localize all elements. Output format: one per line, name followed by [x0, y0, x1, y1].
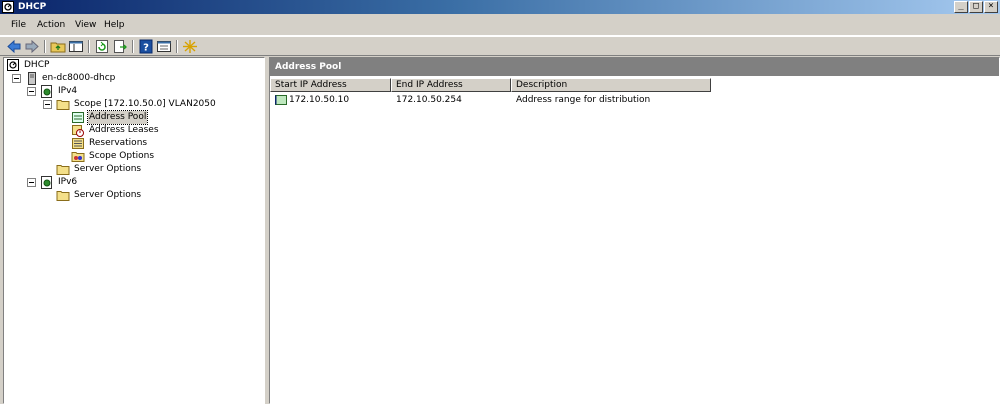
tree-label: IPv6 [58, 177, 78, 187]
tree-label: en-dc8000-dhcp [42, 73, 116, 83]
window-title: DHCP [18, 2, 47, 12]
address-leases-icon [72, 125, 84, 137]
export-list-icon[interactable] [112, 39, 128, 54]
tree-node-reservations[interactable]: Reservations [71, 137, 191, 150]
tree-label: Server Options [74, 164, 142, 174]
menu-view[interactable]: View [75, 19, 96, 31]
cell-description: Address range for distribution [516, 95, 651, 105]
svg-text:?: ? [143, 43, 149, 54]
column-header-start-ip[interactable]: Start IP Address [270, 78, 391, 92]
dhcp-app-icon [2, 1, 14, 13]
dhcp-icon [7, 59, 19, 71]
tree-node-server-options-ipv6[interactable]: Server Options [56, 189, 176, 202]
tree-node-ipv6[interactable]: IPv6 [40, 176, 160, 189]
properties-icon[interactable] [156, 39, 172, 54]
menu-bar: File Action View Help [0, 14, 1000, 36]
collapse-toggle[interactable] [12, 74, 21, 83]
menu-action[interactable]: Action [37, 19, 65, 31]
back-arrow-icon[interactable] [6, 39, 22, 54]
tree-node-server[interactable]: en-dc8000-dhcp [25, 72, 225, 85]
tree-node-scope[interactable]: Scope [172.10.50.0] VLAN2050 [56, 98, 266, 111]
collapse-toggle[interactable] [27, 87, 36, 96]
tree-node-ipv4[interactable]: IPv4 [40, 85, 240, 98]
tree-label: Address Pool [86, 110, 149, 125]
ipv6-icon [41, 176, 52, 189]
column-header-end-ip[interactable]: End IP Address [391, 78, 511, 92]
ipv4-icon [41, 85, 52, 98]
tree-label: IPv4 [58, 86, 78, 96]
maximize-button[interactable]: □ [969, 1, 983, 13]
column-header-description[interactable]: Description [511, 78, 711, 92]
tree-label: Reservations [89, 138, 148, 148]
refresh-icon[interactable] [94, 39, 110, 54]
minimize-button[interactable]: _ [954, 1, 968, 13]
collapse-toggle[interactable] [27, 178, 36, 187]
address-pool-icon [72, 112, 84, 123]
tree-node-scope-options[interactable]: Scope Options [71, 150, 191, 163]
tree-label: Server Options [74, 190, 142, 200]
folder-icon [56, 191, 70, 201]
help-icon[interactable]: ? [138, 39, 154, 54]
tree-node-dhcp[interactable]: DHCP [6, 59, 206, 72]
window-title-bar[interactable]: DHCP _ □ × [0, 0, 1000, 14]
details-header: Address Pool [270, 58, 999, 76]
forward-arrow-icon[interactable] [24, 39, 40, 54]
details-pane[interactable]: Address Pool Start IP Address End IP Add… [269, 57, 1000, 404]
table-row[interactable]: 172.10.50.10 172.10.50.254 Address range… [270, 93, 999, 107]
scope-options-icon [71, 152, 85, 162]
tree-node-server-options-ipv4[interactable]: Server Options [56, 163, 176, 176]
toolbar: ? [0, 36, 1000, 56]
console-tree[interactable]: DHCP en-dc8000-dhcp IPv4 Scope [172.10.5… [3, 57, 265, 404]
tree-label: DHCP [24, 60, 50, 70]
server-icon [28, 72, 36, 85]
show-hide-console-tree-icon[interactable] [68, 39, 84, 54]
folder-icon [56, 100, 70, 110]
address-range-icon [275, 95, 287, 105]
up-folder-icon[interactable] [50, 39, 66, 54]
new-item-icon[interactable] [182, 39, 198, 54]
tree-node-address-leases[interactable]: Address Leases [71, 124, 191, 137]
tree-label: Address Leases [89, 125, 159, 135]
tree-node-address-pool[interactable]: Address Pool [71, 110, 191, 125]
menu-file[interactable]: File [11, 19, 26, 31]
reservations-icon [72, 138, 84, 149]
close-button[interactable]: × [984, 1, 998, 13]
collapse-toggle[interactable] [43, 100, 52, 109]
cell-end-ip: 172.10.50.254 [396, 95, 462, 105]
tree-label: Scope [172.10.50.0] VLAN2050 [74, 99, 216, 109]
folder-icon [56, 165, 70, 175]
tree-label: Scope Options [89, 151, 155, 161]
cell-start-ip: 172.10.50.10 [289, 95, 350, 105]
menu-help[interactable]: Help [104, 19, 125, 31]
